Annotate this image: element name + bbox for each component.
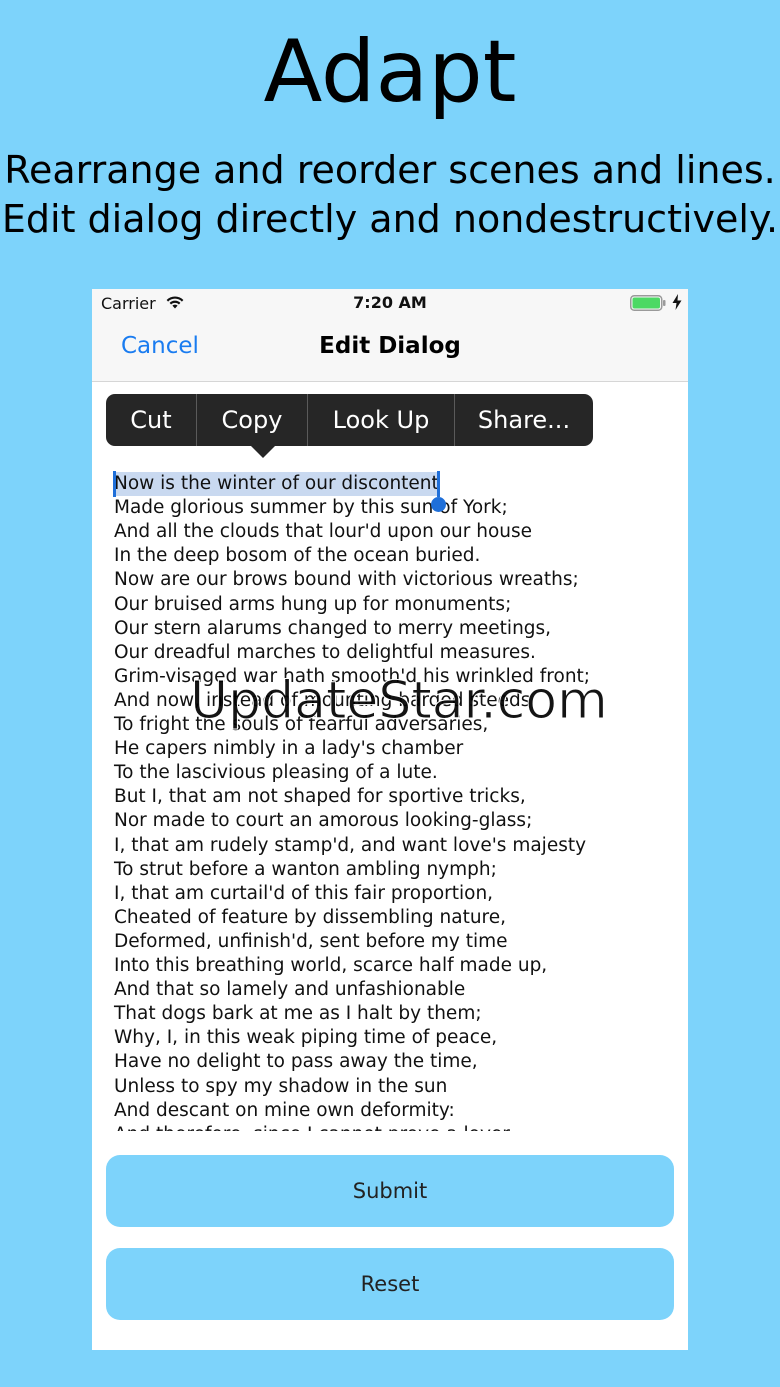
- edit-menu-arrow: [250, 445, 276, 458]
- dialog-line: In the deep bosom of the ocean buried.: [114, 545, 481, 567]
- dialog-line: Unless to spy my shadow in the sun: [114, 1075, 448, 1097]
- dialog-line: Why, I, in this weak piping time of peac…: [114, 1027, 498, 1049]
- status-time: 7:20 AM: [353, 293, 427, 312]
- status-bar: Carrier 7:20 AM: [92, 289, 688, 319]
- hero-title: Adapt: [263, 22, 517, 122]
- copy-menu-item[interactable]: Copy: [197, 394, 308, 446]
- dialog-line: Made glorious summer by this sun of York…: [114, 497, 508, 519]
- dialog-line: And that so lamely and unfashionable: [114, 979, 466, 1001]
- battery-icon: [630, 295, 666, 311]
- dialog-line: I, that am rudely stamp'd, and want love…: [114, 834, 587, 856]
- reset-button[interactable]: Reset: [106, 1248, 674, 1320]
- selection-end-handle[interactable]: [431, 497, 446, 512]
- look-up-menu-item[interactable]: Look Up: [308, 394, 455, 446]
- dialog-line: And all the clouds that lour'd upon our …: [114, 521, 533, 543]
- dialog-line: I, that am curtail'd of this fair propor…: [114, 882, 494, 904]
- hero-subtitle-line-2: Edit dialog directly and nondestructivel…: [1, 197, 779, 241]
- hero-subtitle-line-1: Rearrange and reorder scenes and lines.: [4, 148, 776, 192]
- edit-menu: Cut Copy Look Up Share...: [106, 394, 593, 446]
- cut-menu-item[interactable]: Cut: [106, 394, 197, 446]
- dialog-line: To the lascivious pleasing of a lute.: [114, 762, 438, 784]
- dialog-line: Now is the winter of our discontent: [114, 473, 439, 494]
- dialog-line: Into this breathing world, scarce half m…: [114, 955, 548, 976]
- selection-end-handle-bar[interactable]: [437, 471, 440, 497]
- dialog-text-view[interactable]: Now is the winter of our discontent Made …: [92, 471, 688, 1131]
- dialog-line: To strut before a wanton ambling nymph;: [114, 858, 497, 880]
- dialog-line: And therefore, since I cannot prove a lo…: [114, 1123, 516, 1131]
- submit-button[interactable]: Submit: [106, 1155, 674, 1227]
- share-menu-item[interactable]: Share...: [455, 394, 593, 446]
- dialog-line: Our stern alarums changed to merry meeti…: [114, 617, 552, 639]
- dialog-line: Deformed, unfinish'd, sent before my tim…: [114, 930, 508, 952]
- nav-title: Edit Dialog: [319, 333, 461, 359]
- dialog-line: That dogs bark at me as I halt by them;: [114, 1003, 482, 1025]
- dialog-line: Our dreadful marches to delightful measu…: [114, 641, 536, 663]
- navigation-bar: Cancel Edit Dialog: [92, 319, 688, 382]
- dialog-line: He capers nimbly in a lady's chamber: [114, 738, 464, 760]
- hero-subtitle: Rearrange and reorder scenes and lines. …: [0, 146, 780, 244]
- selection-start-handle-bar[interactable]: [113, 471, 116, 497]
- dialog-line: Now are our brows bound with victorious …: [114, 569, 579, 591]
- dialog-line: Our bruised arms hung up for monuments;: [114, 593, 512, 615]
- dialog-line: But I, that am not shaped for sportive t…: [114, 786, 526, 808]
- dialog-line: Cheated of feature by dissembling nature…: [114, 906, 507, 928]
- bolt-icon: [672, 294, 682, 310]
- dialog-line: Nor made to court an amorous looking-gla…: [114, 810, 533, 832]
- dialog-line: Have no delight to pass away the time,: [114, 1051, 478, 1073]
- phone-screen: Carrier 7:20 AM Cancel Edit Dialog Cut C…: [92, 289, 688, 1350]
- watermark: UpdateStar.com: [190, 671, 609, 732]
- dialog-line: And descant on mine own deformity:: [114, 1099, 455, 1121]
